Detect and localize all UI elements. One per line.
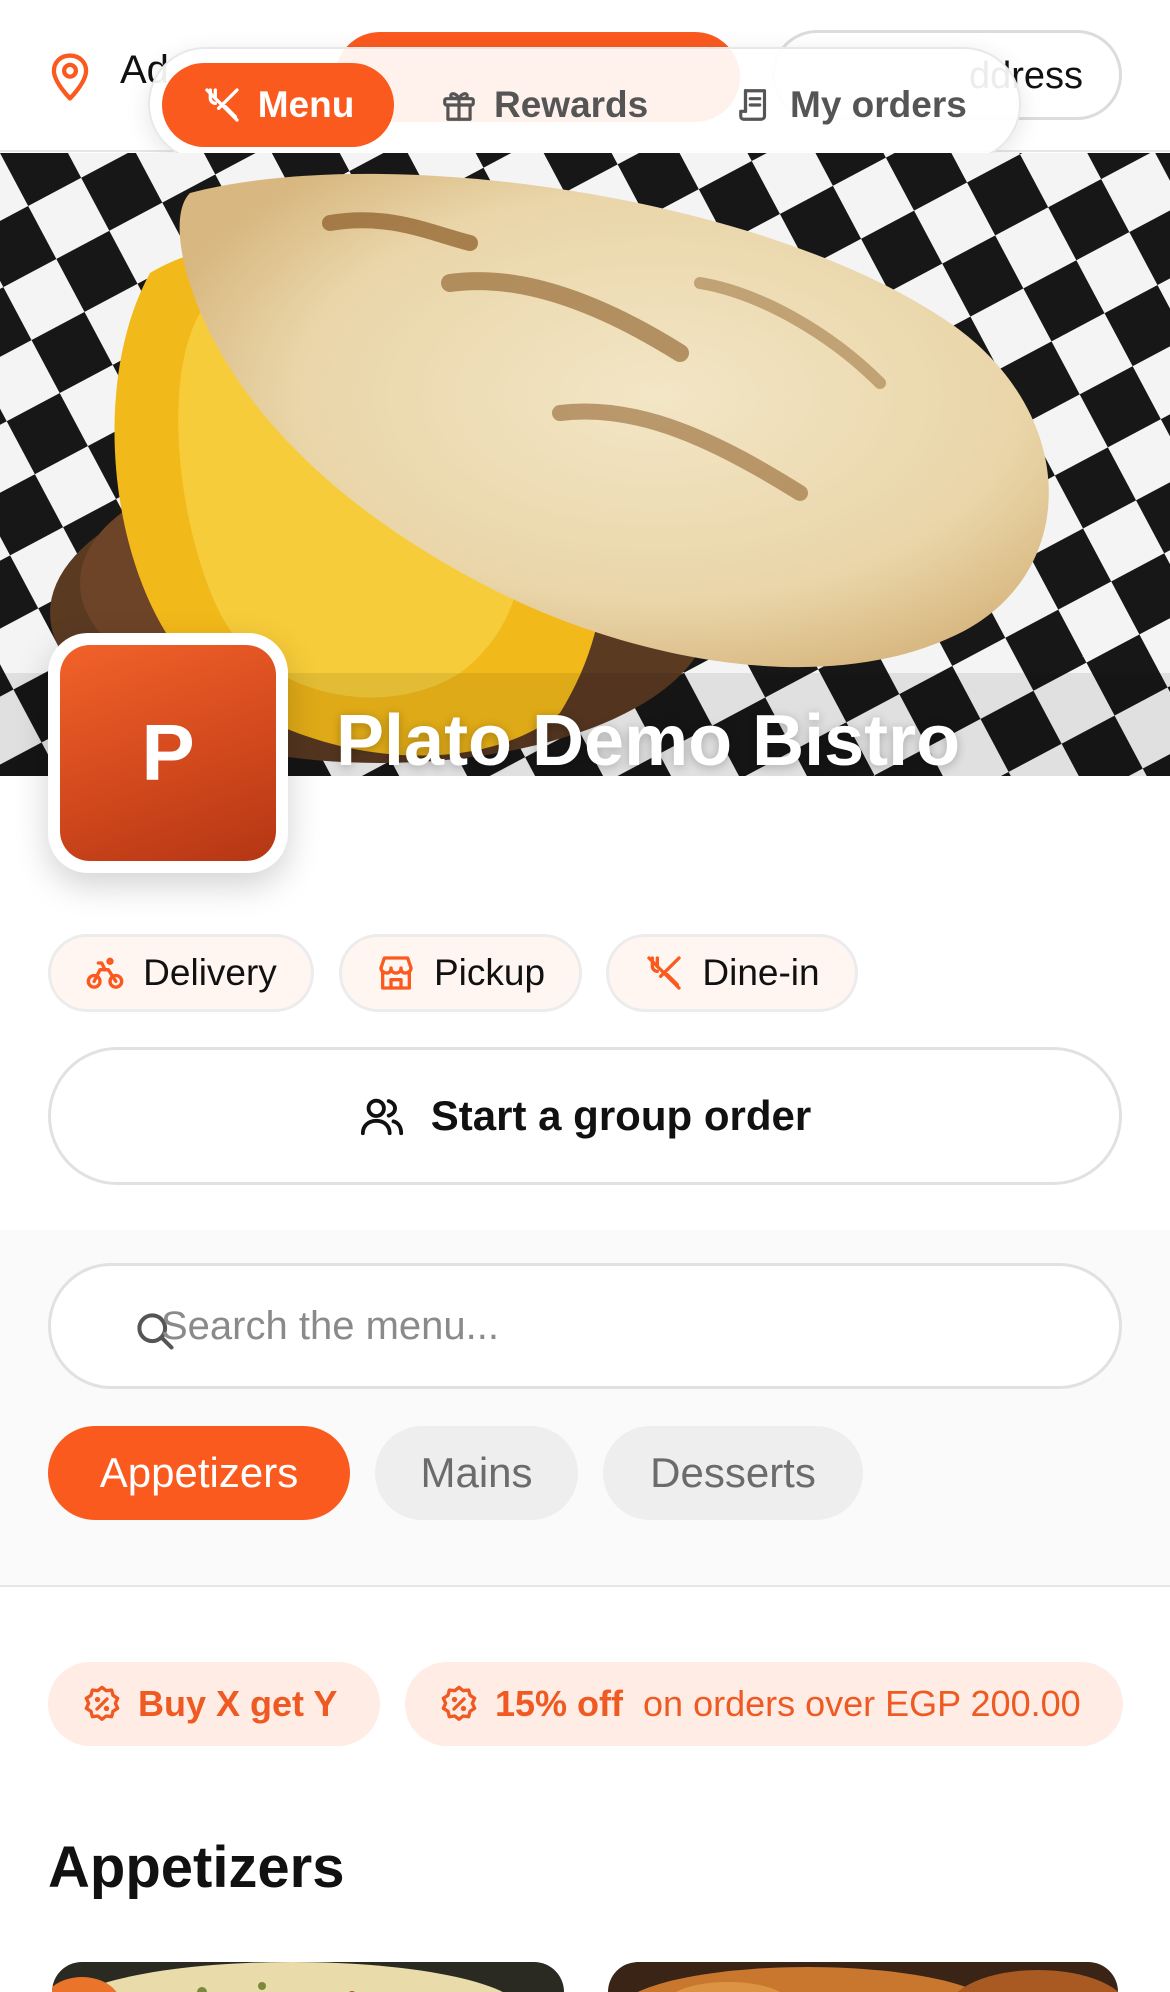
menu-item-photo <box>608 1962 1118 1992</box>
start-group-order-label: Start a group order <box>430 1092 812 1139</box>
gift-icon <box>443 92 475 121</box>
order-mode-dine-in[interactable]: Dine-in <box>606 934 858 1012</box>
users-icon <box>360 1098 403 1136</box>
promo-buy-x-get-y-title: Buy X get Y <box>138 1683 338 1724</box>
restaurant-logo: P <box>48 633 288 873</box>
menu-item-image[interactable] <box>52 1962 564 1992</box>
main-nav: Menu Rewards My orders <box>148 47 1021 161</box>
badge-percent-icon <box>441 1685 477 1721</box>
search-field[interactable] <box>48 1263 1122 1389</box>
category-tab-mains[interactable]: Mains <box>375 1426 578 1520</box>
order-mode-delivery-label: Delivery <box>143 952 277 993</box>
bike-icon <box>86 957 124 989</box>
menu-item-image[interactable] <box>608 1962 1118 1992</box>
nav-tab-rewards-label: Rewards <box>494 84 649 125</box>
restaurant-logo-letter: P <box>60 645 276 861</box>
restaurant-name: Plato Demo Bistro <box>336 701 961 781</box>
section-title-appetizers: Appetizers <box>48 1835 345 1900</box>
promo-15-off-title: 15% off <box>495 1683 624 1724</box>
order-mode-dine-in-label: Dine-in <box>702 952 820 993</box>
nav-tab-menu[interactable]: Menu <box>162 63 394 147</box>
category-tab-appetizers[interactable]: Appetizers <box>48 1426 350 1520</box>
nav-tab-my-orders-label: My orders <box>790 84 967 125</box>
receipt-icon <box>739 89 767 121</box>
utensils-crossed-icon <box>647 956 682 990</box>
utensils-crossed-icon <box>205 88 239 122</box>
promo-15-off-detail: on orders over EGP 200.00 <box>643 1683 1081 1724</box>
store-icon <box>379 956 413 990</box>
start-group-order-button[interactable]: Start a group order <box>48 1047 1122 1185</box>
search-input[interactable] <box>161 1286 1061 1366</box>
order-mode-pickup[interactable]: Pickup <box>339 934 582 1012</box>
nav-tab-rewards[interactable]: Rewards <box>440 63 660 147</box>
menu-item-photo <box>52 1962 564 1992</box>
nav-tab-my-orders[interactable]: My orders <box>736 63 986 147</box>
promo-buy-x-get-y[interactable]: Buy X get Y <box>48 1662 380 1746</box>
nav-tab-menu-label: Menu <box>257 84 355 125</box>
order-mode-pickup-label: Pickup <box>433 952 546 993</box>
category-tab-desserts[interactable]: Desserts <box>603 1426 863 1520</box>
promo-15-off[interactable]: 15% off on orders over EGP 200.00 <box>405 1662 1123 1746</box>
order-mode-delivery[interactable]: Delivery <box>48 934 314 1012</box>
location-pin-icon <box>51 53 89 101</box>
badge-percent-icon <box>84 1685 120 1721</box>
